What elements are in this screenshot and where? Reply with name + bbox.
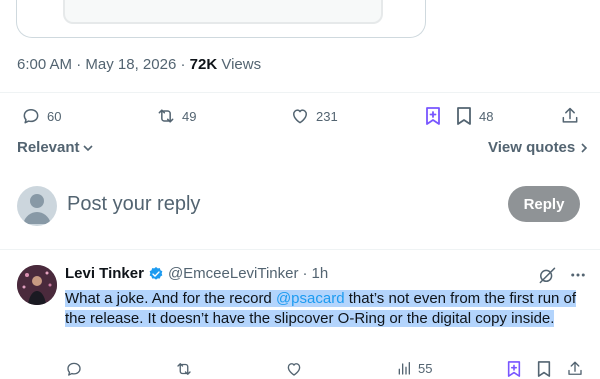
reply-bookmark-action[interactable] — [536, 360, 552, 378]
reply-action[interactable]: 60 — [21, 106, 61, 126]
share-action[interactable] — [560, 106, 580, 126]
views-label: Views — [221, 56, 262, 73]
grok-icon[interactable] — [537, 265, 557, 285]
like-count: 231 — [316, 108, 338, 124]
repost-action[interactable]: 49 — [156, 106, 196, 126]
reply-views-action[interactable]: 55 — [396, 360, 432, 376]
reply-input[interactable]: Post your reply — [67, 193, 200, 216]
reply-button[interactable]: Reply — [508, 186, 580, 222]
views-count: 72K — [189, 56, 218, 73]
bookmark-action[interactable]: 48 — [455, 106, 493, 126]
repost-icon — [158, 109, 174, 123]
reply-views-count: 55 — [418, 360, 433, 376]
default-avatar-icon — [23, 194, 51, 224]
bookmark-icon — [457, 107, 471, 125]
meta-separator: · — [180, 56, 186, 73]
reply-reply-action[interactable] — [65, 360, 83, 378]
verified-badge-icon — [149, 266, 163, 280]
share-icon — [562, 107, 578, 123]
reply-author-name[interactable]: Levi Tinker — [65, 265, 144, 282]
meta-separator: · — [76, 56, 82, 73]
chevron-right-icon — [581, 142, 588, 153]
bookmark-icon — [537, 361, 551, 377]
meta-separator: · — [302, 265, 308, 282]
reply-icon — [67, 362, 81, 376]
reply-text-part: What a joke. And for the record — [65, 290, 276, 307]
reply-header: Levi Tinker @EmceeLeviTinker · 1h — [65, 265, 328, 282]
view-quotes-label: View quotes — [488, 139, 576, 156]
reply-like-action[interactable] — [285, 360, 303, 378]
like-icon — [293, 109, 307, 124]
reply-author-avatar[interactable] — [17, 265, 57, 305]
grok-bookmark-icon — [426, 107, 440, 125]
share-icon — [568, 361, 582, 375]
views-icon — [398, 362, 410, 375]
media-card[interactable] — [16, 0, 426, 38]
sort-relevant-button[interactable]: Relevant — [17, 139, 94, 156]
divider — [0, 92, 600, 93]
reply-share-action[interactable] — [566, 360, 584, 378]
media-preview — [63, 0, 383, 24]
reply-top-actions — [537, 265, 587, 285]
reply-time[interactable]: 1h — [311, 265, 328, 282]
avatar-image — [17, 265, 57, 305]
post-date[interactable]: May 18, 2026 — [85, 56, 176, 73]
grok-bookmark-action[interactable] — [424, 106, 442, 126]
reply-author-handle[interactable]: @EmceeLeviTinker — [168, 265, 299, 282]
reply-count: 60 — [47, 108, 62, 124]
reply-icon — [23, 109, 39, 124]
like-icon — [287, 363, 301, 376]
reply-repost-action[interactable] — [175, 360, 193, 378]
like-action[interactable]: 231 — [290, 106, 338, 126]
bookmark-count: 48 — [479, 108, 494, 124]
repost-count: 49 — [182, 108, 197, 124]
post-time[interactable]: 6:00 AM — [17, 56, 72, 73]
mention-link[interactable]: @psacard — [275, 290, 345, 307]
more-icon[interactable] — [569, 266, 587, 284]
view-quotes-link[interactable]: View quotes — [488, 139, 589, 156]
reply-grok-bookmark-action[interactable] — [506, 360, 522, 378]
grok-bookmark-icon — [507, 361, 521, 377]
sort-label: Relevant — [17, 139, 80, 156]
divider — [0, 249, 600, 250]
chevron-down-icon — [82, 144, 93, 151]
post-meta: 6:00 AM · May 18, 2026 · 72K Views — [17, 56, 261, 73]
user-avatar[interactable] — [17, 186, 57, 226]
reply-text: What a joke. And for the record @psacard… — [65, 289, 585, 329]
repost-icon — [177, 363, 191, 375]
